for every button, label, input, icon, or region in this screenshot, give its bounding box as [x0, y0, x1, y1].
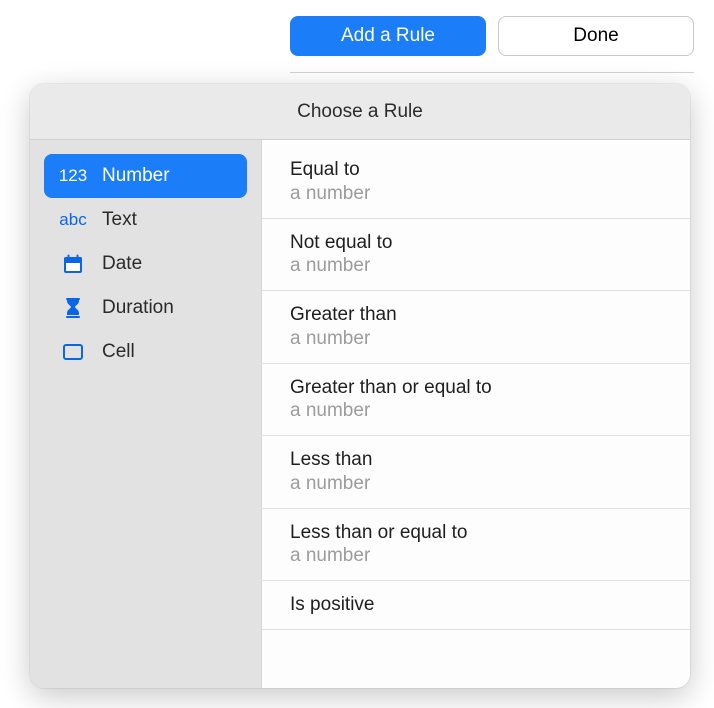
rule-subtitle: a number [290, 472, 662, 496]
rule-title: Less than or equal to [290, 521, 662, 545]
sidebar-item-duration[interactable]: Duration [44, 286, 247, 330]
sidebar-item-label: Cell [102, 341, 233, 363]
popover-body: 123 Number abc Text D [30, 140, 690, 688]
sidebar-item-label: Date [102, 253, 233, 275]
toolbar-divider [290, 72, 694, 73]
sidebar-item-label: Number [102, 165, 233, 187]
rule-subtitle: a number [290, 254, 662, 278]
rule-title: Equal to [290, 158, 662, 182]
popover-title: Choose a Rule [30, 84, 690, 140]
rule-item-equal-to[interactable]: Equal to a number [262, 140, 690, 219]
rule-item-is-positive[interactable]: Is positive [262, 581, 690, 630]
text-icon: abc [58, 210, 88, 230]
rule-subtitle: a number [290, 327, 662, 351]
rule-title: Greater than or equal to [290, 376, 662, 400]
rule-subtitle: a number [290, 399, 662, 423]
rule-item-less-than[interactable]: Less than a number [262, 436, 690, 509]
rule-item-less-than-or-equal[interactable]: Less than or equal to a number [262, 509, 690, 582]
rule-type-sidebar: 123 Number abc Text D [30, 140, 262, 688]
number-icon: 123 [58, 166, 88, 186]
rule-subtitle: a number [290, 182, 662, 206]
rule-title: Greater than [290, 303, 662, 327]
choose-rule-popover: Choose a Rule 123 Number abc Text [30, 84, 690, 688]
rule-title: Not equal to [290, 231, 662, 255]
hourglass-icon [58, 297, 88, 319]
sidebar-item-label: Duration [102, 297, 233, 319]
sidebar-item-date[interactable]: Date [44, 242, 247, 286]
rule-title: Less than [290, 448, 662, 472]
add-rule-button[interactable]: Add a Rule [290, 16, 486, 56]
cell-icon [58, 342, 88, 362]
rule-item-greater-than-or-equal[interactable]: Greater than or equal to a number [262, 364, 690, 437]
sidebar-item-cell[interactable]: Cell [44, 330, 247, 374]
rule-item-greater-than[interactable]: Greater than a number [262, 291, 690, 364]
rule-item-not-equal-to[interactable]: Not equal to a number [262, 219, 690, 292]
sidebar-item-number[interactable]: 123 Number [44, 154, 247, 198]
rule-title: Is positive [290, 593, 662, 617]
done-button[interactable]: Done [498, 16, 694, 56]
rules-list[interactable]: Equal to a number Not equal to a number … [262, 140, 690, 688]
toolbar: Add a Rule Done [290, 16, 694, 56]
rule-subtitle: a number [290, 544, 662, 568]
calendar-icon [58, 253, 88, 275]
sidebar-item-text[interactable]: abc Text [44, 198, 247, 242]
sidebar-item-label: Text [102, 209, 233, 231]
